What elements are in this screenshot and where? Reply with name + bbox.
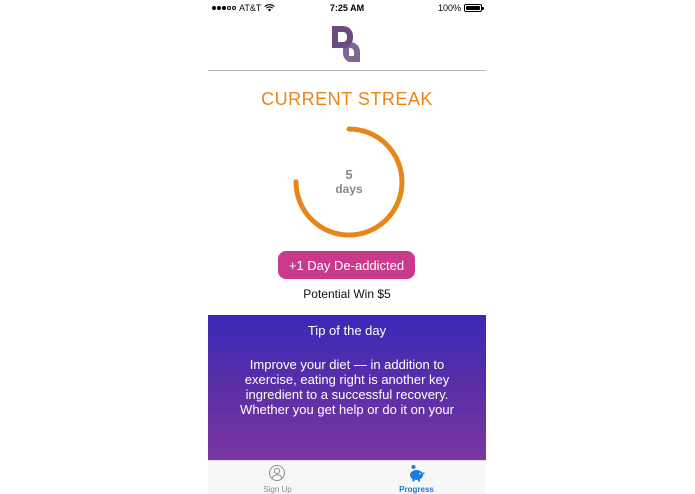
tip-of-the-day-card[interactable]: Tip of the day Improve your diet — in ad… bbox=[208, 315, 486, 460]
tab-label-progress: Progress bbox=[399, 485, 434, 494]
app-logo bbox=[332, 26, 360, 62]
tab-sign-up[interactable]: Sign Up bbox=[208, 461, 347, 494]
status-bar: AT&T 7:25 AM 100% bbox=[208, 0, 486, 16]
tab-progress[interactable]: Progress bbox=[347, 461, 486, 494]
phone-screen: AT&T 7:25 AM 100% CURRENT STREAK 5 days … bbox=[208, 0, 486, 494]
status-right: 100% bbox=[437, 3, 484, 13]
battery-icon bbox=[464, 4, 484, 12]
header-divider bbox=[208, 70, 486, 71]
tip-title: Tip of the day bbox=[307, 323, 387, 338]
streak-title: CURRENT STREAK bbox=[261, 89, 433, 109]
plus-one-day-button[interactable]: +1 Day De-addicted bbox=[278, 251, 415, 279]
potential-win: Potential Win $5 bbox=[303, 287, 391, 301]
tab-bar: Sign Up Progress bbox=[208, 460, 486, 494]
streak-count: 5 bbox=[345, 167, 353, 182]
piggy-bank-icon bbox=[410, 465, 425, 482]
tab-label-sign-up: Sign Up bbox=[263, 485, 292, 494]
tip-body: Improve your diet — in addition to exerc… bbox=[240, 357, 454, 417]
streak-unit: days bbox=[335, 182, 363, 196]
battery-percent: 100% bbox=[437, 3, 461, 13]
user-circle-icon bbox=[269, 465, 285, 481]
